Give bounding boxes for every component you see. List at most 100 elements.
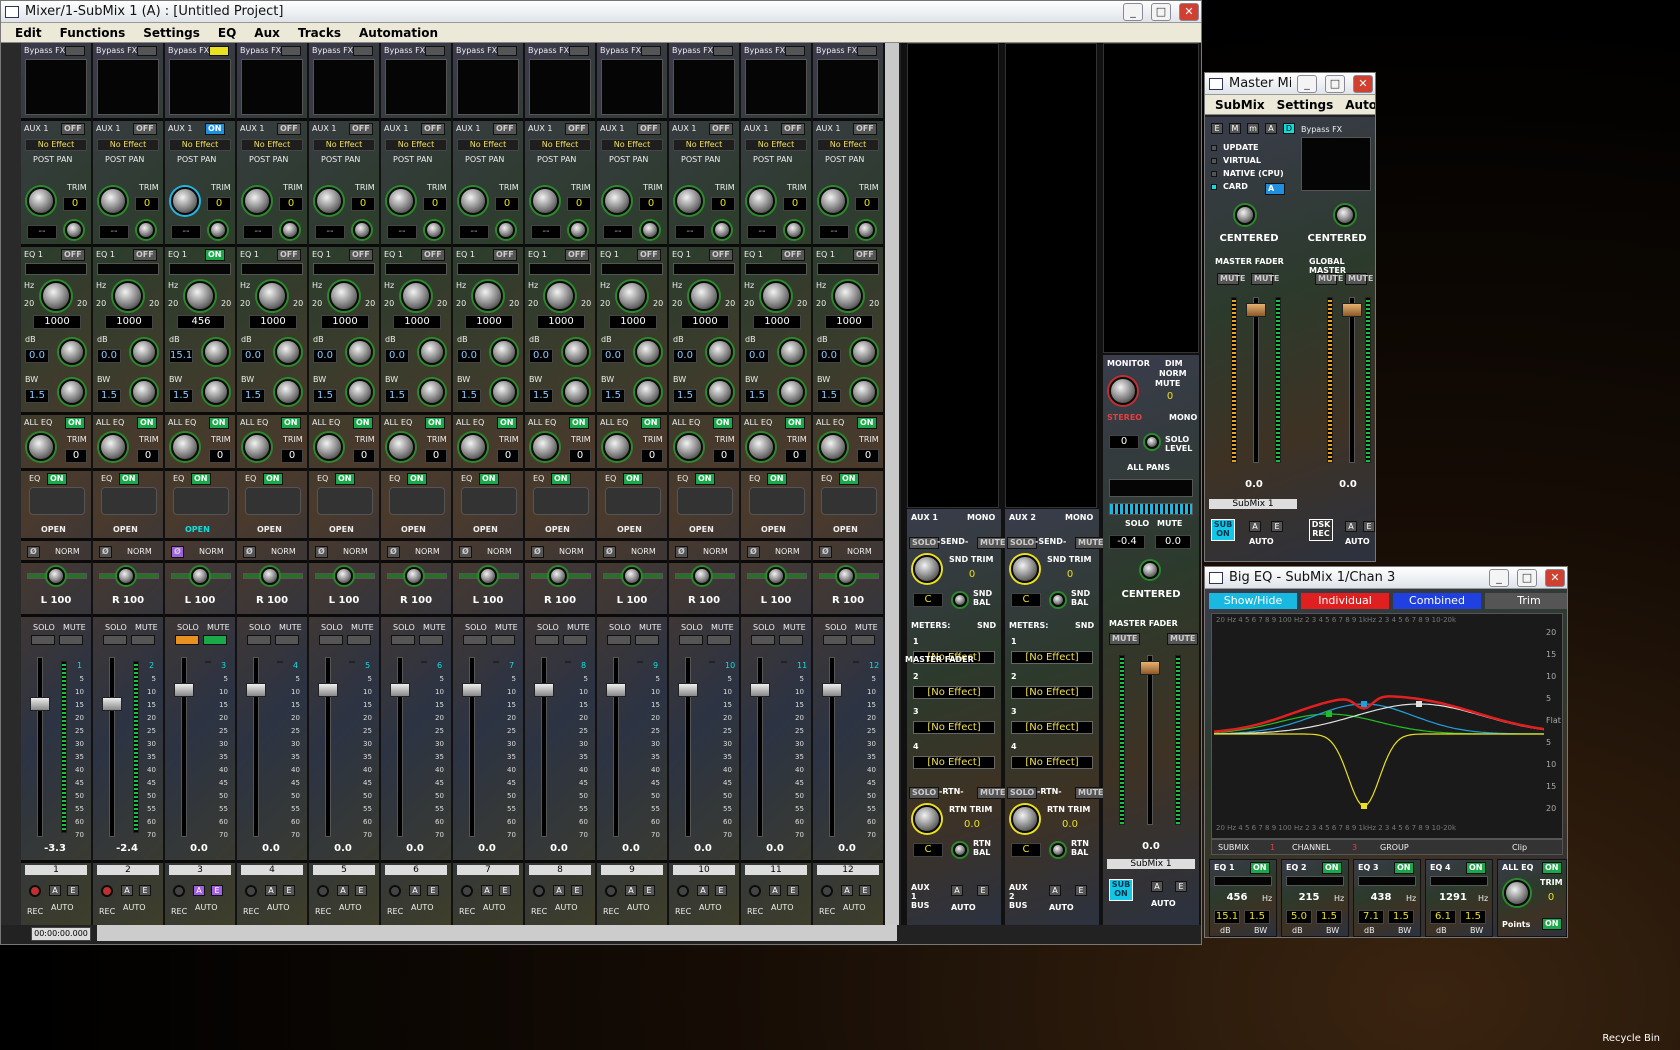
solo-button[interactable]: [319, 635, 343, 645]
master-mute-right2[interactable]: MUTE: [1345, 273, 1373, 285]
mute-button[interactable]: [131, 635, 155, 645]
open-button[interactable]: OPEN: [113, 525, 138, 534]
aux1-toggle[interactable]: OFF: [709, 123, 733, 135]
all-eq-trim-value[interactable]: 0: [137, 449, 159, 463]
aux-trim-value[interactable]: 0: [711, 197, 735, 211]
master-pan-knob-left[interactable]: [1235, 205, 1255, 225]
freq-value[interactable]: 1000: [753, 315, 801, 329]
aux-effect[interactable]: No Effect: [169, 139, 231, 151]
pan-knob[interactable]: [117, 567, 135, 585]
norm-label[interactable]: NORM: [199, 547, 224, 556]
mute-button[interactable]: [851, 635, 875, 645]
all-eq-knob[interactable]: [819, 433, 847, 461]
fader-cap[interactable]: [174, 683, 194, 697]
master-e-button[interactable]: E: [1271, 521, 1283, 532]
auto-a-button[interactable]: A: [49, 885, 61, 896]
solo-button[interactable]: [751, 635, 775, 645]
bw-value[interactable]: 1.5: [385, 389, 409, 403]
fx-slots[interactable]: [745, 59, 807, 115]
aux-trim-value[interactable]: 0: [567, 197, 591, 211]
all-eq-knob[interactable]: [675, 433, 703, 461]
norm-label[interactable]: NORM: [127, 547, 152, 556]
open-button[interactable]: OPEN: [689, 525, 714, 534]
eq-toggle[interactable]: ON: [47, 473, 67, 485]
monitor-e-button[interactable]: E: [1175, 881, 1187, 892]
phase-icon[interactable]: Ø: [27, 546, 40, 558]
gain-knob[interactable]: [635, 339, 661, 365]
mute-button[interactable]: [635, 635, 659, 645]
master-fader-cap[interactable]: [1140, 661, 1160, 675]
fx-slots[interactable]: [673, 59, 735, 115]
master-fader-cap[interactable]: [1246, 303, 1266, 317]
eq-shape-selector[interactable]: [385, 263, 447, 275]
maximize-icon[interactable]: □: [1151, 2, 1171, 21]
aux1-toggle[interactable]: OFF: [853, 123, 877, 135]
freq-knob[interactable]: [833, 281, 863, 311]
solo-level-knob[interactable]: [1145, 435, 1159, 449]
pan-value[interactable]: L 100: [609, 595, 655, 607]
master-fx-slots[interactable]: [1301, 137, 1371, 191]
rec-knob[interactable]: [749, 885, 761, 897]
eq-shape-selector[interactable]: [745, 263, 807, 275]
auto-a-button[interactable]: A: [553, 885, 565, 896]
pan-knob[interactable]: [261, 567, 279, 585]
open-button[interactable]: OPEN: [833, 525, 858, 534]
close-icon[interactable]: ✕: [1353, 74, 1373, 93]
aux-trim-knob[interactable]: [281, 221, 299, 239]
fader-cap[interactable]: [30, 697, 50, 711]
auto-e-button[interactable]: E: [715, 885, 727, 896]
gain-knob[interactable]: [347, 339, 373, 365]
freq-knob[interactable]: [545, 281, 575, 311]
mute-button[interactable]: [491, 635, 515, 645]
aux-trim-value[interactable]: 0: [639, 197, 663, 211]
channel-number[interactable]: 9: [601, 865, 663, 875]
mixer-titlebar[interactable]: Mixer/1-SubMix 1 (A) : [Untitled Project…: [1, 1, 1201, 23]
solo-button[interactable]: [103, 635, 127, 645]
phase-icon[interactable]: Ø: [315, 546, 328, 558]
norm-label[interactable]: NORM: [343, 547, 368, 556]
band-shape[interactable]: [1358, 876, 1416, 886]
points-toggle[interactable]: ON: [1542, 918, 1562, 930]
aux-trim-knob[interactable]: [137, 221, 155, 239]
points-label[interactable]: Points: [1502, 920, 1530, 929]
all-eq-knob[interactable]: [531, 433, 559, 461]
master-mute-left[interactable]: MUTE: [1109, 633, 1141, 645]
bus-e-button[interactable]: E: [977, 885, 989, 896]
submix-label[interactable]: SUBMIX: [1218, 843, 1249, 852]
all-eq-knob[interactable]: [315, 433, 343, 461]
bypass-fx-toggle[interactable]: [857, 46, 877, 56]
aux-send-knob[interactable]: [387, 187, 415, 215]
close-icon[interactable]: ✕: [1545, 568, 1565, 587]
snd-mute[interactable]: MUTE: [977, 537, 1009, 549]
band-gain[interactable]: 15.1: [1214, 910, 1240, 924]
eq-curve-display[interactable]: [29, 487, 85, 515]
gain-knob[interactable]: [851, 339, 877, 365]
snd-trim-value[interactable]: 0: [951, 569, 993, 581]
bw-knob[interactable]: [707, 379, 733, 405]
aux-send-knob[interactable]: [315, 187, 343, 215]
norm-label[interactable]: NORM: [559, 547, 584, 556]
eq-curve-display[interactable]: [173, 487, 229, 515]
gain-knob[interactable]: [203, 339, 229, 365]
gain-value[interactable]: 0.0: [529, 349, 553, 363]
eq1-toggle[interactable]: OFF: [349, 249, 373, 261]
all-eq-knob[interactable]: [27, 433, 55, 461]
aux-send-knob[interactable]: [99, 187, 127, 215]
global-fader-cap[interactable]: [1342, 303, 1362, 317]
bw-value[interactable]: 1.5: [169, 389, 193, 403]
eq1-toggle[interactable]: OFF: [133, 249, 157, 261]
band-shape[interactable]: [1286, 876, 1344, 886]
all-eq-trim-value[interactable]: 0: [281, 449, 303, 463]
bw-value[interactable]: 1.5: [457, 389, 481, 403]
pan-left-value[interactable]: -0.4: [1109, 535, 1145, 549]
norm-label[interactable]: NORM: [487, 547, 512, 556]
eq-toggle[interactable]: ON: [191, 473, 211, 485]
rec-knob[interactable]: [317, 885, 329, 897]
aux-send-knob[interactable]: [675, 187, 703, 215]
pan-knob[interactable]: [191, 567, 209, 585]
fader-cap[interactable]: [678, 683, 698, 697]
aux-send-knob[interactable]: [747, 187, 775, 215]
aux1-toggle[interactable]: OFF: [277, 123, 301, 135]
eq-toggle[interactable]: ON: [479, 473, 499, 485]
gain-value[interactable]: 0.0: [817, 349, 841, 363]
